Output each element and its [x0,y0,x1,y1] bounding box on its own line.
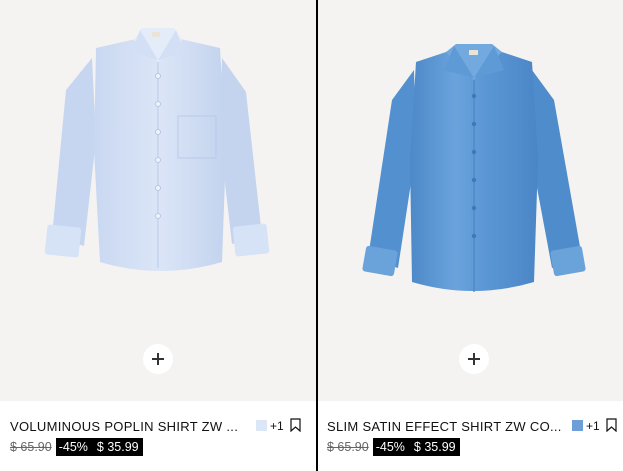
color-swatch[interactable] [572,420,583,431]
add-to-cart-button[interactable] [143,344,173,374]
color-swatch[interactable] [256,420,267,431]
shirt-image [362,44,586,292]
product-image[interactable] [0,0,316,401]
sale-badge: -45% $ 35.99 [372,438,460,456]
more-colors-count: +1 [586,419,600,433]
sale-price: $ 35.99 [413,440,456,454]
price-row: $ 65.90 -45% $ 35.99 [327,438,460,456]
product-image[interactable] [318,0,623,401]
bookmark-icon[interactable] [290,418,301,432]
add-to-cart-button[interactable] [459,344,489,374]
original-price: $ 65.90 [327,440,369,454]
product-name[interactable]: SLIM SATIN EFFECT SHIRT ZW CO... [327,419,562,434]
original-price: $ 65.90 [10,440,52,454]
plus-icon [152,353,164,365]
product-info: SLIM SATIN EFFECT SHIRT ZW CO... +1 $ 65… [318,401,623,471]
shirt-image [44,28,270,271]
sale-price: $ 35.99 [96,440,139,454]
product-grid: VOLUMINOUS POPLIN SHIRT ZW ... +1 $ 65.9… [0,0,623,471]
discount-percent: -45% [58,440,88,454]
more-colors-count: +1 [270,419,284,433]
plus-icon [468,353,480,365]
price-row: $ 65.90 -45% $ 35.99 [10,438,143,456]
discount-percent: -45% [375,440,405,454]
product-name[interactable]: VOLUMINOUS POPLIN SHIRT ZW ... [10,419,238,434]
sale-badge: -45% $ 35.99 [55,438,143,456]
bookmark-icon[interactable] [606,418,617,432]
product-card[interactable]: VOLUMINOUS POPLIN SHIRT ZW ... +1 $ 65.9… [0,0,316,471]
product-card[interactable]: SLIM SATIN EFFECT SHIRT ZW CO... +1 $ 65… [318,0,623,471]
product-info: VOLUMINOUS POPLIN SHIRT ZW ... +1 $ 65.9… [0,401,316,471]
